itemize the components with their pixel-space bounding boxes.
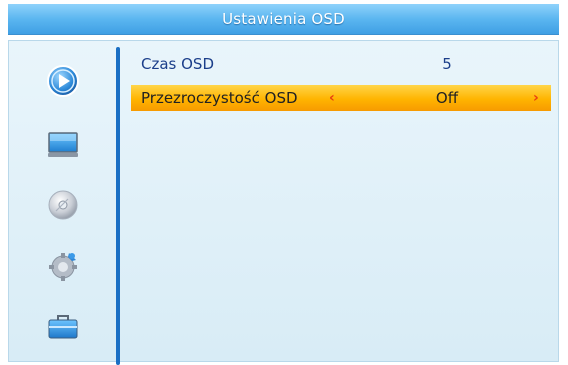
page-title: Ustawienia OSD — [222, 10, 345, 28]
setting-row-osd-transparency[interactable]: Przezroczystość OSD ‹ Off › — [131, 85, 551, 111]
setting-label: Przezroczystość OSD — [141, 89, 298, 107]
sidebar-divider — [116, 47, 120, 365]
play-icon[interactable] — [45, 63, 81, 99]
arrow-left-icon[interactable]: ‹ — [329, 90, 335, 106]
title-bar: Ustawienia OSD — [8, 4, 559, 35]
setting-label: Czas OSD — [141, 55, 215, 73]
toolbox-icon[interactable] — [45, 309, 81, 345]
osd-settings-screen: Ustawienia OSD Czas OSD 5 Przezroczystoś… — [0, 0, 568, 365]
main-panel: Czas OSD 5 Przezroczystość OSD ‹ Off › — [8, 40, 559, 365]
monitor-icon[interactable] — [45, 127, 81, 163]
arrow-right-icon[interactable]: › — [533, 90, 539, 106]
disc-icon[interactable] — [45, 187, 81, 223]
sidebar — [9, 41, 114, 361]
setting-value: Off — [435, 89, 459, 107]
setting-value: 5 — [442, 55, 452, 73]
gear-icon[interactable] — [45, 247, 81, 283]
settings-list: Czas OSD 5 Przezroczystość OSD ‹ Off › — [131, 41, 558, 361]
setting-row-osd-time[interactable]: Czas OSD 5 — [131, 51, 551, 77]
